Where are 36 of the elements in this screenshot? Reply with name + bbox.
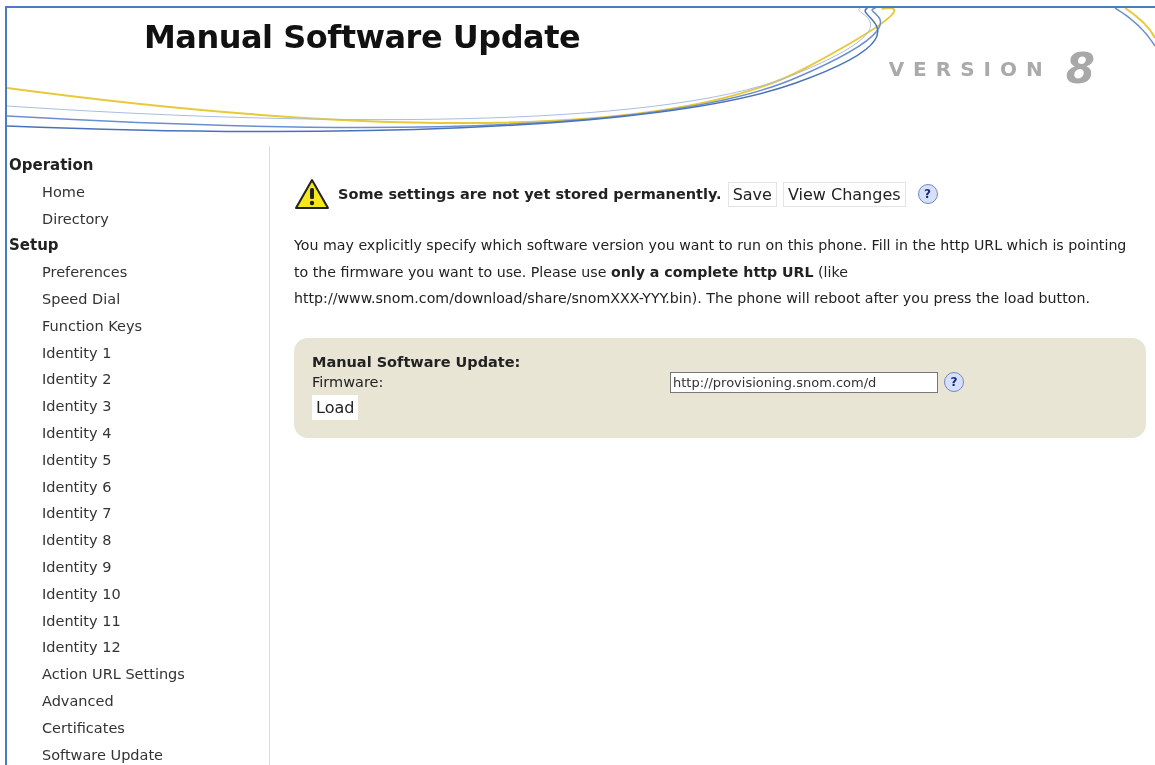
sidebar-item[interactable]: Identity 6 — [7, 473, 269, 501]
sidebar-heading: Setup — [8, 235, 60, 257]
sidebar-item[interactable]: Identity 3 — [7, 393, 269, 420]
help-icon[interactable]: ? — [917, 184, 938, 204]
sidebar-item[interactable]: Identity 1 — [7, 339, 269, 367]
version-number: 8 — [1065, 48, 1095, 90]
unsaved-warning-text: Some settings are not yet stored permanently. — [338, 186, 722, 202]
sidebar-item[interactable]: Identity 12 — [7, 634, 269, 662]
load-button[interactable]: Load — [312, 394, 359, 420]
sidebar-item[interactable]: Identity 2 — [7, 366, 269, 394]
sidebar-item[interactable]: Certificates — [7, 714, 269, 742]
sidebar-item[interactable]: Advanced — [7, 687, 269, 715]
sidebar-item[interactable]: Function Keys — [7, 312, 269, 340]
notice-button[interactable]: View Changes — [782, 181, 906, 207]
help-icon[interactable]: ? — [944, 372, 964, 392]
sidebar-item[interactable]: Preferences — [7, 259, 269, 286]
notice-button[interactable]: Save — [727, 181, 777, 207]
firmware-url-field[interactable]: http://provisioning.snom.com/d — [670, 371, 938, 393]
page-title: Manual Software Update — [144, 18, 581, 56]
sidebar-item[interactable]: Software Update — [7, 741, 269, 765]
sidebar-item[interactable]: Identity 11 — [7, 607, 269, 635]
firmware-label: Firmware: — [312, 374, 385, 390]
sidebar-item[interactable]: Identity 10 — [7, 580, 269, 608]
sidebar-item[interactable]: Identity 4 — [7, 419, 269, 447]
sidebar-item[interactable]: Speed Dial — [7, 286, 269, 313]
sidebar-item[interactable]: Home — [7, 178, 269, 206]
sidebar-item[interactable]: Identity 9 — [7, 553, 269, 581]
version-label: VERSION — [888, 57, 1052, 81]
sidebar-item[interactable]: Identity 5 — [7, 446, 269, 474]
sidebar-item[interactable]: Identity 8 — [7, 527, 269, 554]
sidebar-item[interactable]: Action URL Settings — [7, 661, 269, 688]
description-text: You may explicitly specify which software version you want to run on this phone. Fill in the http URL which is pointing to the firmware you want to use. Please use only a complete http URL (like http://www.snom.com/download/share/snomXXX-YYY.bin). The phone will reboot after you press the load button. — [294, 236, 1128, 308]
sidebar-heading: Operation — [8, 155, 95, 176]
sidebar-item[interactable]: Identity 7 — [7, 500, 269, 528]
panel-title: Manual Software Update: — [312, 353, 522, 370]
sidebar-item[interactable]: Directory — [7, 205, 269, 233]
